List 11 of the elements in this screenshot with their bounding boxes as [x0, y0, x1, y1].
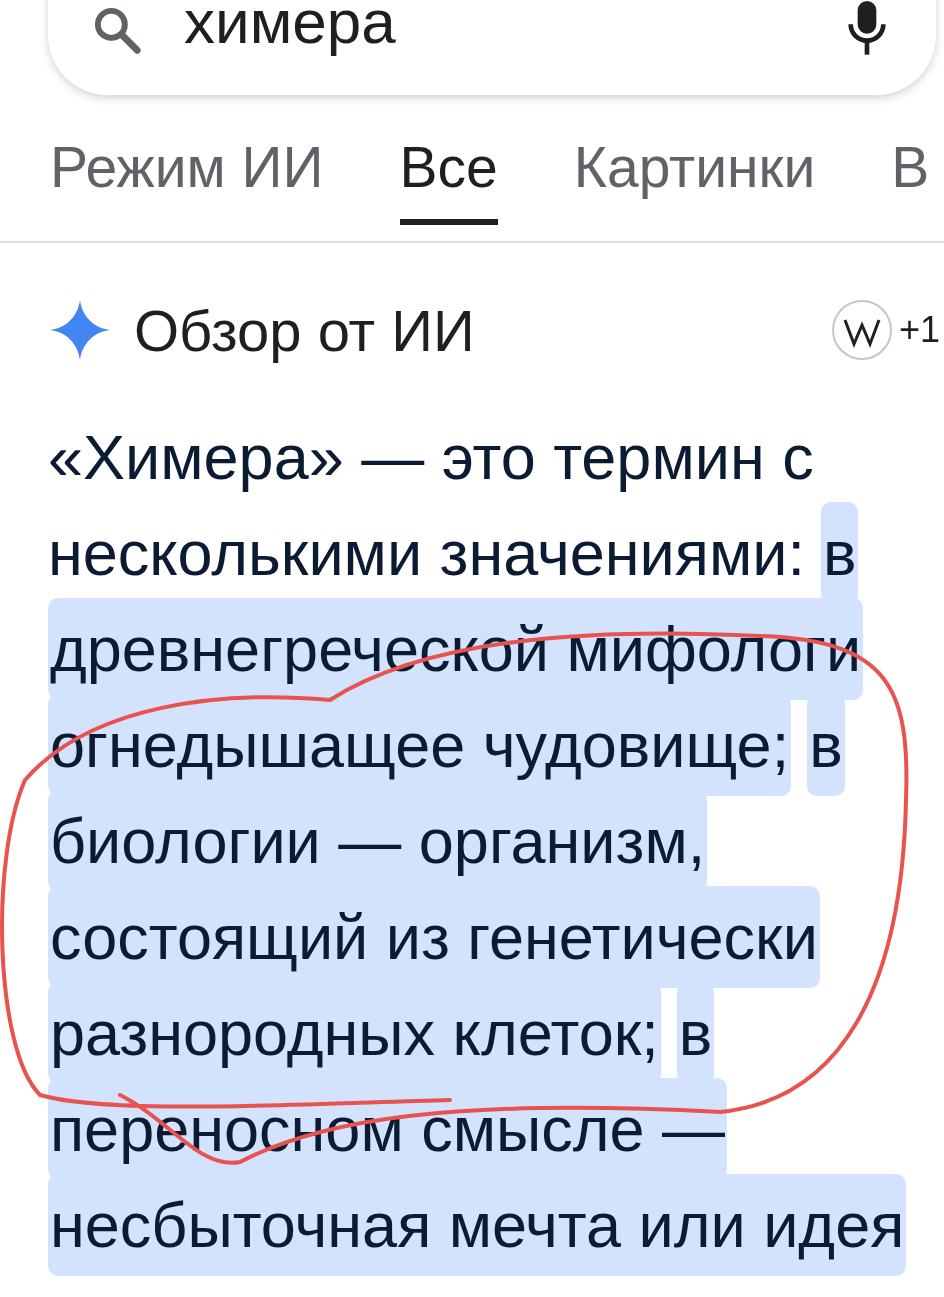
- tab[interactable]: Все: [399, 133, 498, 225]
- search-field[interactable]: химера: [48, 0, 936, 95]
- sparkle-icon: [50, 300, 110, 360]
- tab[interactable]: Картинки: [573, 133, 816, 225]
- overview-title: Обзор от ИИ: [134, 296, 476, 364]
- microphone-icon[interactable]: [848, 1, 886, 57]
- search-input[interactable]: химера: [184, 0, 808, 57]
- source-count[interactable]: +1: [898, 309, 940, 351]
- tab[interactable]: Режим ИИ: [50, 133, 324, 225]
- wikipedia-icon[interactable]: [830, 299, 893, 361]
- tab[interactable]: В: [891, 133, 930, 225]
